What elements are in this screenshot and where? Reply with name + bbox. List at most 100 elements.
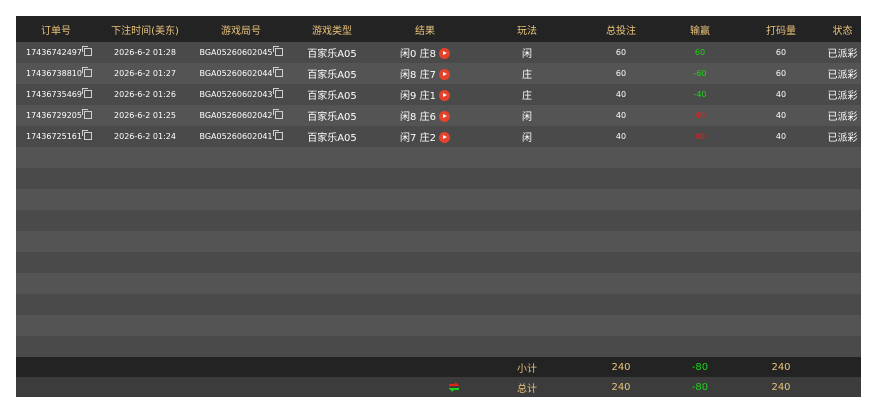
code-amount-cell: 40: [775, 90, 787, 99]
order-id-cell: 17436738810: [16, 63, 96, 84]
status-cell: 已派彩: [827, 112, 858, 123]
play-replay-icon[interactable]: [438, 69, 450, 80]
empty-row: [16, 147, 861, 168]
round-id-cell: BGA05260602044: [194, 63, 288, 84]
play-replay-icon[interactable]: [438, 111, 450, 122]
col-header-play: 玩法: [517, 25, 537, 37]
total-bet-cell: 60: [615, 69, 627, 78]
empty-row: [16, 294, 861, 315]
empty-row: [16, 168, 861, 189]
total-win: -80: [691, 381, 709, 393]
order-id-cell: 17436725161: [16, 126, 96, 147]
table-row: 17436738810 2026-6-2 01:27 BGA05260602044 百…: [16, 63, 861, 84]
col-header-status: 状态: [832, 25, 853, 37]
col-header-order: 订单号: [41, 25, 71, 37]
empty-row: [16, 252, 861, 273]
total-label: 总计: [517, 383, 537, 395]
col-header-game-type: 游戏类型: [312, 25, 352, 37]
subtotal-label: 小计: [517, 363, 537, 375]
play-cell: 庄: [522, 91, 532, 102]
result-cell: 闲0 庄8: [376, 42, 474, 63]
status-cell: 已派彩: [827, 91, 858, 102]
bet-time-cell: 2026-6-2 01:26: [114, 90, 176, 99]
copy-icon[interactable]: [272, 46, 283, 56]
refresh-icon[interactable]: [448, 381, 460, 393]
result-cell: 闲8 庄7: [376, 63, 474, 84]
win-loss-cell: 40: [694, 132, 706, 141]
bet-time-cell: 2026-6-2 01:24: [114, 132, 176, 141]
empty-row: [16, 315, 861, 336]
win-loss-cell: 40: [694, 111, 706, 120]
status-cell: 已派彩: [827, 133, 858, 144]
copy-icon[interactable]: [82, 46, 92, 56]
total-bet: 240: [611, 381, 631, 393]
round-id-cell: BGA05260602042: [194, 105, 288, 126]
status-cell: 已派彩: [827, 49, 858, 60]
total-bet-cell: 40: [615, 111, 627, 120]
copy-icon[interactable]: [272, 88, 283, 98]
play-replay-icon[interactable]: [438, 48, 450, 59]
col-header-total-bet: 总投注: [606, 25, 636, 37]
empty-row: [16, 210, 861, 231]
win-loss-cell: -60: [693, 69, 707, 78]
total-bet-cell: 60: [615, 48, 627, 57]
copy-icon[interactable]: [82, 88, 92, 98]
bet-records-panel: 订单号 下注时间(美东) 游戏局号 游戏类型 结果 玩法 总投注 输赢 打码量 …: [16, 16, 861, 397]
win-loss-cell: 60: [694, 48, 706, 57]
result-cell: 闲7 庄2: [376, 126, 474, 147]
total-bet-cell: 40: [615, 132, 627, 141]
game-type-cell: 百家乐A05: [307, 70, 357, 81]
bet-time-cell: 2026-6-2 01:25: [114, 111, 176, 120]
code-amount-cell: 40: [775, 111, 787, 120]
col-header-code-amount: 打码量: [766, 25, 796, 37]
play-cell: 庄: [522, 70, 532, 81]
bet-time-cell: 2026-6-2 01:28: [114, 48, 176, 57]
total-code: 240: [771, 381, 791, 393]
order-id-cell: 17436729205: [16, 105, 96, 126]
col-header-round: 游戏局号: [221, 25, 261, 37]
round-id-cell: BGA05260602043: [194, 84, 288, 105]
copy-icon[interactable]: [272, 67, 283, 77]
copy-icon[interactable]: [82, 67, 92, 77]
game-type-cell: 百家乐A05: [307, 91, 357, 102]
table-row: 17436725161 2026-6-2 01:24 BGA05260602041 百…: [16, 126, 861, 147]
empty-row: [16, 273, 861, 294]
game-type-cell: 百家乐A05: [307, 112, 357, 123]
code-amount-cell: 60: [775, 69, 787, 78]
code-amount-cell: 60: [775, 48, 787, 57]
code-amount-cell: 40: [775, 132, 787, 141]
subtotal-code: 240: [771, 361, 791, 373]
table-row: 17436742497 2026-6-2 01:28 BGA05260602045 百…: [16, 42, 861, 63]
subtotal-win: -80: [691, 361, 709, 373]
table-header-row: 订单号 下注时间(美东) 游戏局号 游戏类型 结果 玩法 总投注 输赢 打码量 …: [16, 16, 861, 42]
subtotal-bet: 240: [611, 361, 631, 373]
table-row: 17436735469 2026-6-2 01:26 BGA05260602043 百…: [16, 84, 861, 105]
copy-icon[interactable]: [82, 130, 92, 140]
play-cell: 闲: [522, 133, 532, 144]
round-id-cell: BGA05260602045: [194, 42, 288, 63]
subtotal-row: 小计 240 -80 240: [16, 357, 861, 377]
play-cell: 闲: [522, 112, 532, 123]
copy-icon[interactable]: [82, 109, 92, 119]
empty-row: [16, 336, 861, 357]
empty-row: [16, 189, 861, 210]
game-type-cell: 百家乐A05: [307, 49, 357, 60]
copy-icon[interactable]: [272, 130, 283, 140]
total-bet-cell: 40: [615, 90, 627, 99]
result-cell: 闲9 庄1: [376, 84, 474, 105]
result-cell: 闲8 庄6: [376, 105, 474, 126]
game-type-cell: 百家乐A05: [307, 133, 357, 144]
play-replay-icon[interactable]: [438, 90, 450, 101]
status-cell: 已派彩: [827, 70, 858, 81]
copy-icon[interactable]: [272, 109, 283, 119]
col-header-win-loss: 输赢: [690, 25, 710, 37]
bet-time-cell: 2026-6-2 01:27: [114, 69, 176, 78]
play-replay-icon[interactable]: [438, 132, 450, 143]
col-header-time: 下注时间(美东): [111, 25, 179, 37]
play-cell: 闲: [522, 49, 532, 60]
order-id-cell: 17436735469: [16, 84, 96, 105]
win-loss-cell: -40: [693, 90, 707, 99]
col-header-result: 结果: [415, 25, 435, 37]
table-row: 17436729205 2026-6-2 01:25 BGA05260602042 百…: [16, 105, 861, 126]
round-id-cell: BGA05260602041: [194, 126, 288, 147]
